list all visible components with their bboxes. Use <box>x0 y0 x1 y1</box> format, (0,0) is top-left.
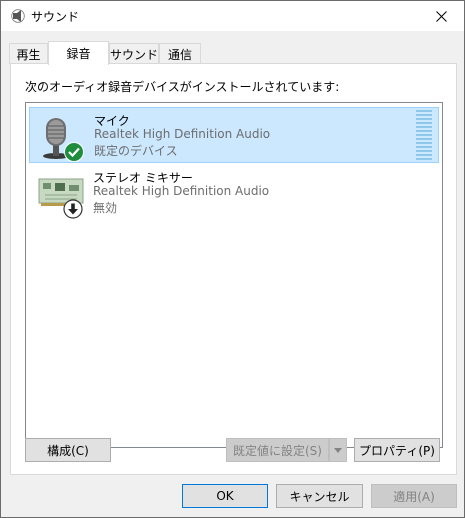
speaker-icon <box>11 9 25 23</box>
tab-communications[interactable]: 通信 <box>159 43 201 64</box>
recording-panel: 次のオーディオ録音デバイスがインストールされています: マイク Realtek … <box>10 63 457 475</box>
tab-recording[interactable]: 録音 <box>48 41 109 65</box>
default-check-icon <box>64 142 84 162</box>
chevron-down-icon <box>334 447 342 453</box>
set-default-button[interactable]: 既定値に設定(S) <box>226 438 329 462</box>
tab-playback[interactable]: 再生 <box>9 43 48 64</box>
device-driver: Realtek High Definition Audio <box>94 127 271 141</box>
device-item-stereo-mixer[interactable]: ステレオ ミキサー Realtek High Definition Audio … <box>29 165 439 221</box>
level-meter <box>416 110 432 160</box>
device-status: 無効 <box>93 201 118 215</box>
ok-button[interactable]: OK <box>182 484 268 508</box>
device-list[interactable]: マイク Realtek High Definition Audio 既定のデバイ… <box>25 102 443 448</box>
device-driver: Realtek High Definition Audio <box>93 184 270 198</box>
title-bar: サウンド <box>1 1 464 31</box>
device-list-caption: 次のオーディオ録音デバイスがインストールされています: <box>25 80 340 94</box>
device-item-microphone[interactable]: マイク Realtek High Definition Audio 既定のデバイ… <box>29 107 439 163</box>
close-icon <box>435 10 447 22</box>
sound-dialog: サウンド 再生 録音 サウンド 通信 次のオーディオ録音デバイスがインストールさ… <box>0 0 465 518</box>
window-title: サウンド <box>31 10 80 24</box>
close-button[interactable] <box>418 1 464 31</box>
configure-button[interactable]: 構成(C) <box>25 438 111 462</box>
tab-sounds[interactable]: サウンド <box>109 43 159 64</box>
cancel-button[interactable]: キャンセル <box>276 484 363 508</box>
device-status: 既定のデバイス <box>94 144 178 158</box>
properties-button[interactable]: プロパティ(P) <box>354 438 440 462</box>
apply-button[interactable]: 適用(A) <box>371 484 457 508</box>
disabled-arrow-icon <box>63 199 83 219</box>
set-default-dropdown[interactable] <box>329 438 347 462</box>
